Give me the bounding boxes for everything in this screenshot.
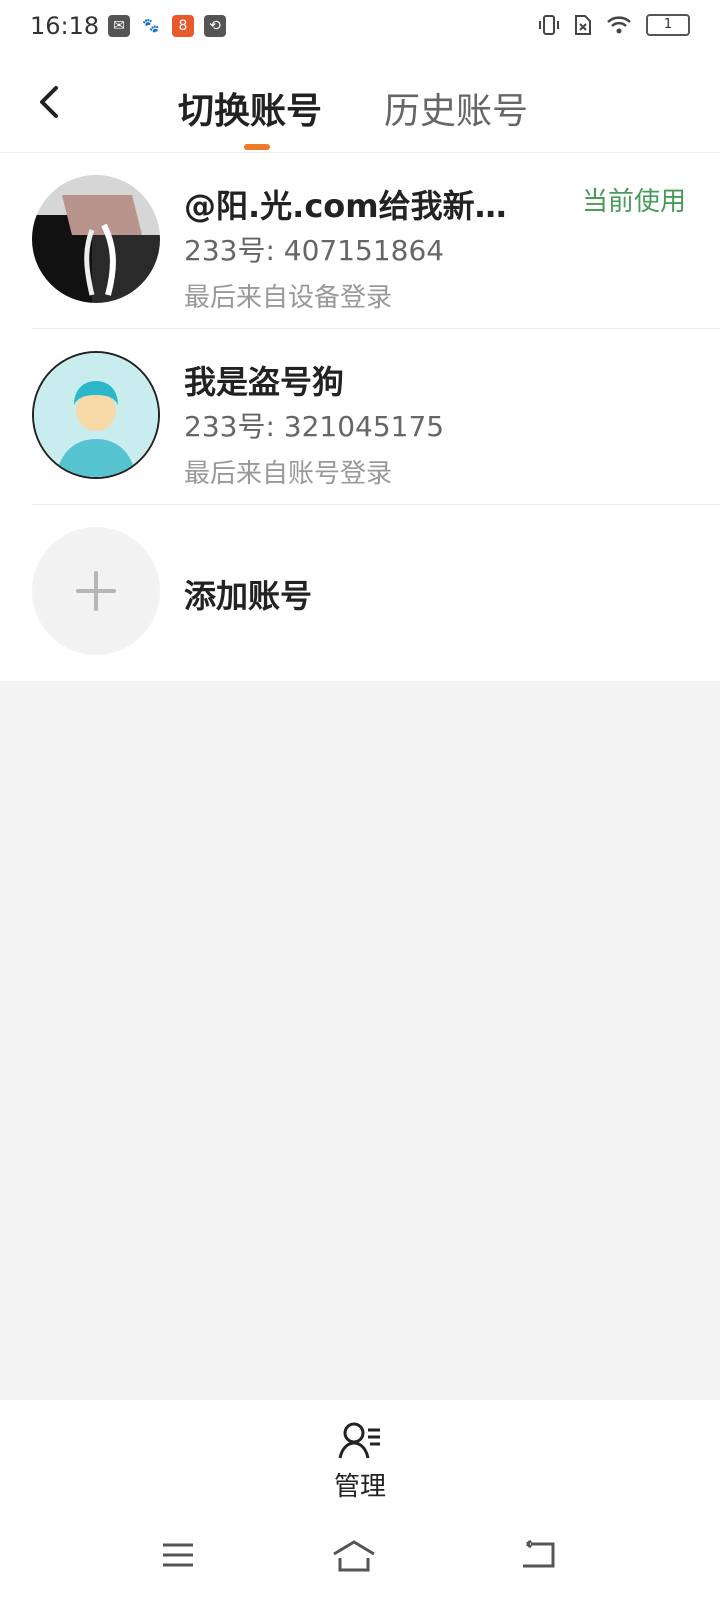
- account-row[interactable]: 我是盗号狗 233号: 321045175 最后来自账号登录: [0, 329, 720, 505]
- account-id: 233号: 407151864: [184, 234, 445, 267]
- account-list: @阳.光.com给我新… 233号: 407151864 最后来自设备登录 当前…: [0, 153, 720, 681]
- mail-icon: ✉: [108, 15, 130, 37]
- nav-menu-button[interactable]: [148, 1530, 208, 1580]
- add-account-row[interactable]: 添加账号: [0, 505, 720, 681]
- avatar: [32, 175, 160, 303]
- header: 切换账号 历史账号: [0, 56, 720, 153]
- default-avatar-icon: [34, 353, 158, 477]
- back-icon: [523, 1540, 555, 1568]
- nav-home-button[interactable]: [324, 1530, 384, 1580]
- last-login-source: 最后来自设备登录: [184, 283, 393, 313]
- system-nav-bar: [0, 1526, 720, 1586]
- tab-indicator: [244, 144, 270, 150]
- no-sim-icon: [575, 15, 591, 35]
- tab-history-account[interactable]: 历史账号: [384, 82, 528, 134]
- status-right-icons: 1: [538, 14, 690, 36]
- bottom-bar: 管理: [0, 1400, 720, 1600]
- tab-switch-account[interactable]: 切换账号: [178, 82, 322, 134]
- account-name: 我是盗号狗: [184, 363, 345, 401]
- nav-back-button[interactable]: [508, 1530, 568, 1580]
- manage-label: 管理: [333, 1472, 386, 1502]
- account-row-current[interactable]: @阳.光.com给我新… 233号: 407151864 最后来自设备登录 当前…: [0, 153, 720, 329]
- current-use-badge: 当前使用: [581, 187, 686, 217]
- chevron-left-icon: [40, 86, 58, 118]
- add-account-label: 添加账号: [184, 577, 313, 615]
- status-time: 16:18: [30, 12, 100, 40]
- add-account-button[interactable]: [32, 527, 160, 655]
- last-login-source: 最后来自账号登录: [184, 459, 393, 489]
- avatar: [32, 351, 160, 479]
- baidu-icon: 🐾: [140, 15, 162, 37]
- back-button[interactable]: [28, 80, 72, 124]
- account-id: 233号: 321045175: [184, 410, 445, 443]
- profile-photo-icon: [32, 175, 160, 303]
- account-name: @阳.光.com给我新…: [184, 187, 507, 225]
- menu-icon: [163, 1543, 193, 1567]
- manage-button[interactable]: 管理: [310, 1420, 410, 1510]
- user-manage-icon: [338, 1422, 380, 1459]
- plus-icon: [76, 571, 116, 611]
- wifi-icon: [607, 16, 631, 34]
- sync-icon: ⟲: [204, 15, 226, 37]
- vibrate-icon: [539, 15, 559, 35]
- app-icon: 8: [172, 15, 194, 37]
- status-bar: 16:18 ✉ 🐾 8 ⟲ 1: [0, 0, 720, 56]
- status-left-icons: ✉ 🐾 8 ⟲: [108, 15, 226, 37]
- battery-icon: 1: [646, 14, 690, 36]
- home-icon: [333, 1540, 375, 1572]
